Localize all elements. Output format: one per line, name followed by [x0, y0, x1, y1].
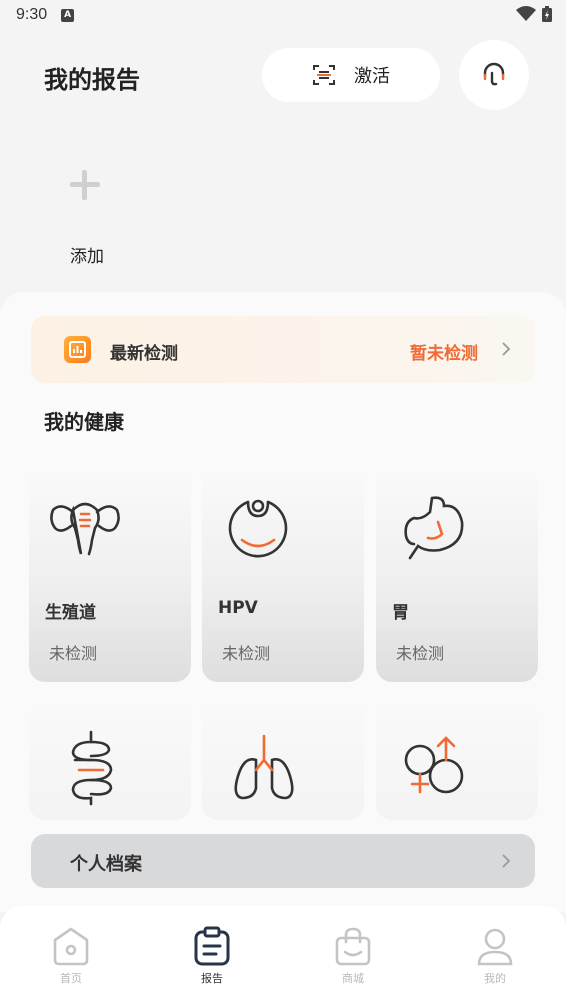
status-time: 9:30 — [16, 6, 48, 23]
tab-shop[interactable]: 商城 — [313, 926, 393, 986]
health-tile-lung[interactable] — [202, 696, 364, 820]
health-tile-intestine[interactable] — [29, 696, 191, 820]
health-tile-reproductive[interactable]: 生殖道 未检测 — [29, 458, 191, 682]
tile-name: 胃 — [392, 603, 409, 623]
home-icon — [53, 927, 89, 966]
cervix-icon — [228, 499, 288, 558]
page-title: 我的报告 — [44, 66, 140, 94]
intestine-icon — [71, 730, 113, 806]
uterus-icon — [50, 502, 120, 556]
status-right — [516, 6, 552, 22]
report-badge-icon — [64, 336, 91, 363]
gender-hormone-icon — [404, 736, 464, 794]
tile-status: 未检测 — [396, 644, 445, 663]
bottom-tab-bar: 首页 报告 商城 我的 — [0, 906, 566, 1006]
latest-test-label: 最新检测 — [110, 344, 178, 364]
report-icon — [194, 926, 230, 966]
tab-label: 报告 — [201, 972, 223, 985]
notification-a-icon: A — [61, 8, 75, 22]
activate-label: 激活 — [354, 66, 390, 87]
health-tile-hormone[interactable] — [376, 696, 538, 820]
personal-profile-bar[interactable]: 个人档案 — [31, 834, 535, 888]
customer-service-button[interactable] — [459, 40, 529, 110]
lung-icon — [234, 734, 294, 800]
tile-status: 未检测 — [222, 644, 271, 663]
my-health-title: 我的健康 — [44, 410, 124, 434]
battery-icon — [542, 6, 552, 22]
tile-name: 生殖道 — [45, 603, 96, 623]
tab-report[interactable]: 报告 — [172, 926, 252, 986]
tab-label: 我的 — [484, 972, 506, 985]
add-label: 添加 — [70, 247, 104, 267]
health-tile-hpv[interactable]: HPV 未检测 — [202, 458, 364, 682]
latest-test-bar[interactable]: 最新检测 暂未检测 — [31, 316, 535, 383]
chevron-right-icon — [502, 342, 511, 356]
wifi-icon — [516, 6, 536, 21]
user-icon — [477, 928, 513, 966]
profile-label: 个人档案 — [70, 854, 142, 875]
status-bar: 9:30 A — [0, 0, 566, 30]
headset-icon — [483, 62, 505, 86]
scan-icon — [313, 65, 335, 85]
tile-name: HPV — [218, 598, 258, 618]
add-report-button[interactable]: 添加 — [44, 160, 128, 270]
tab-label: 首页 — [60, 972, 82, 985]
plus-icon — [70, 170, 100, 200]
tab-mine[interactable]: 我的 — [455, 926, 535, 986]
shop-bag-icon — [335, 927, 371, 966]
health-tile-stomach[interactable]: 胃 未检测 — [376, 458, 538, 682]
tile-status: 未检测 — [49, 644, 98, 663]
header: 我的报告 激活 — [0, 40, 566, 112]
chevron-right-icon — [502, 854, 511, 868]
stomach-icon — [404, 496, 464, 560]
activate-button[interactable]: 激活 — [262, 48, 440, 102]
latest-test-status: 暂未检测 — [410, 344, 478, 364]
tab-label: 商城 — [342, 972, 364, 985]
tab-home[interactable]: 首页 — [31, 926, 111, 986]
